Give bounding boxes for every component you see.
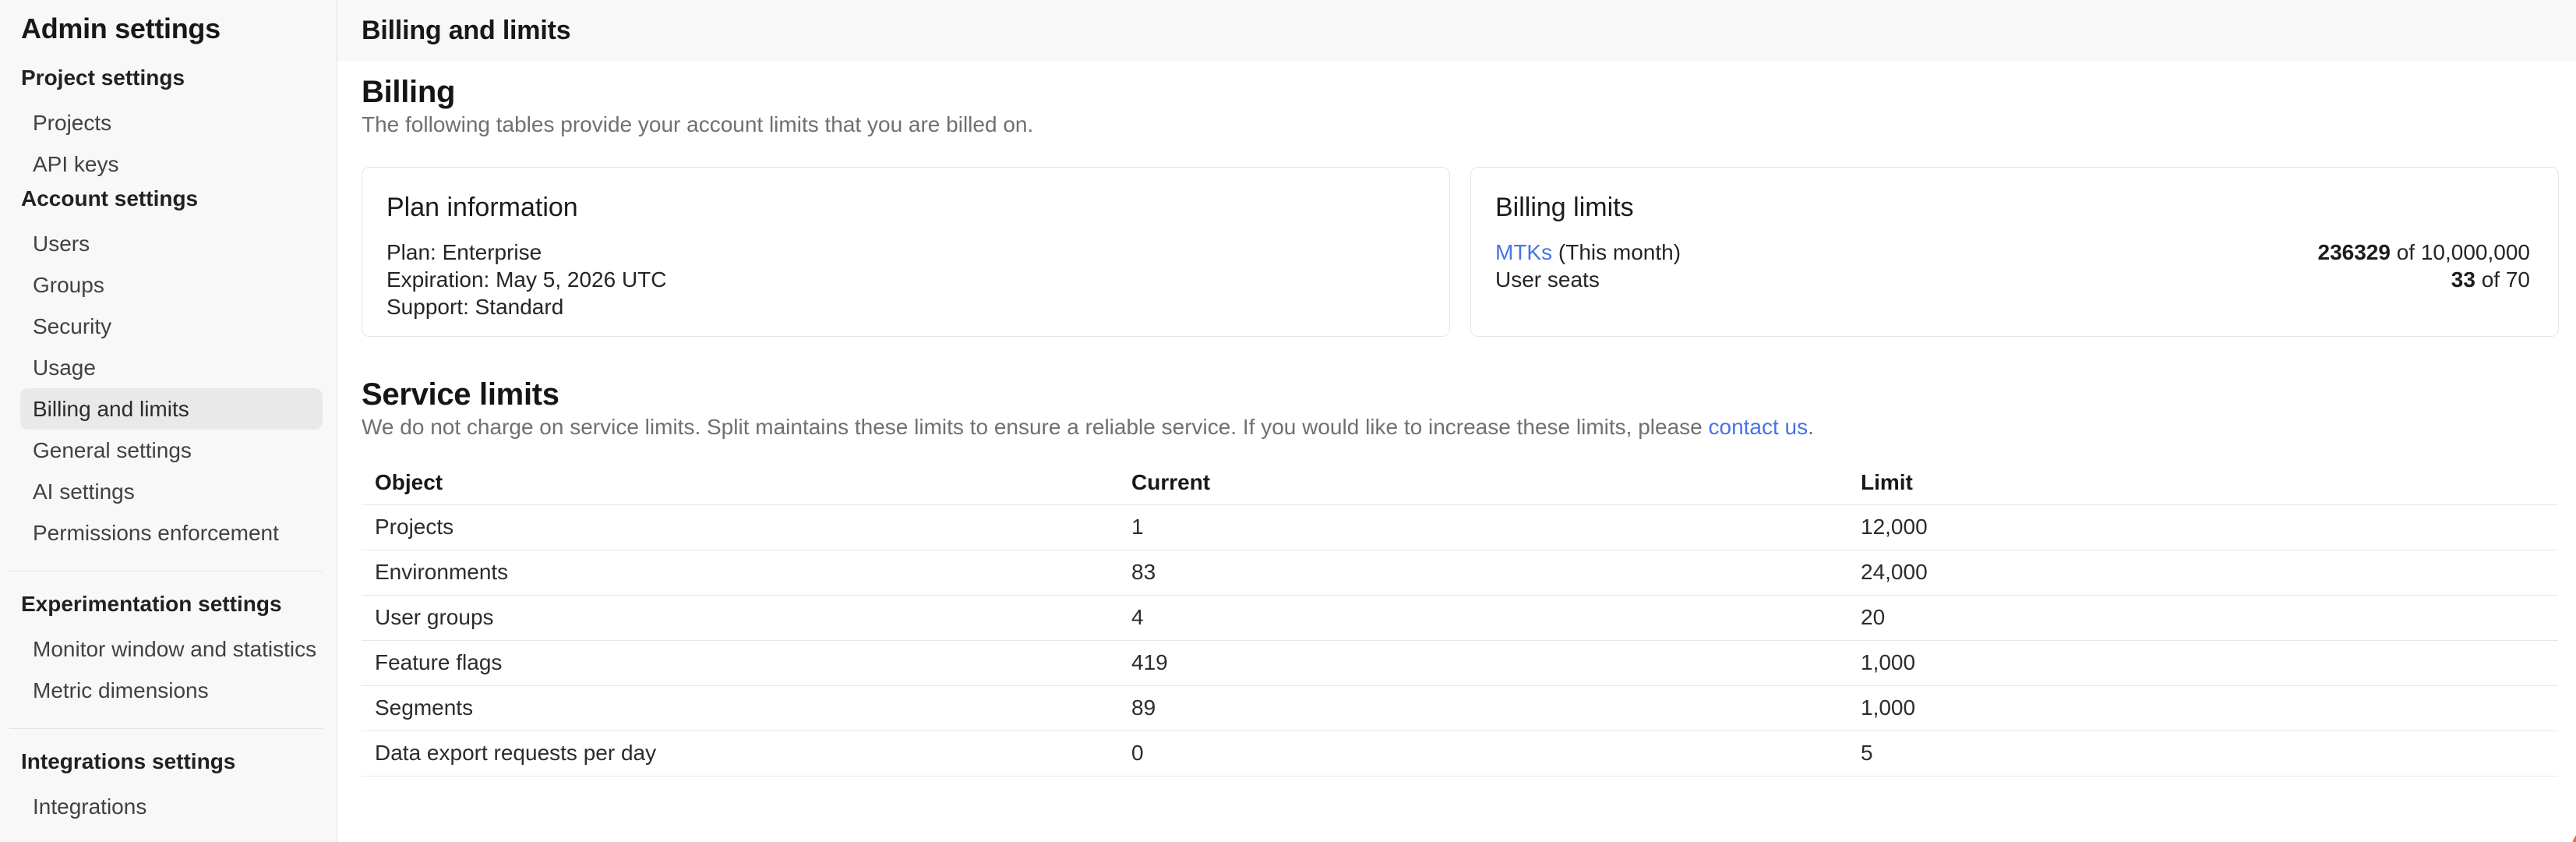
billing-limits-card-title: Billing limits — [1495, 191, 2530, 224]
service-limits-description: We do not charge on service limits. Spli… — [362, 415, 2559, 440]
billing-limit-label: MTKs (This month) — [1495, 239, 1681, 266]
sidebar-item-projects[interactable]: Projects — [20, 102, 323, 143]
sidebar-item-permissions-enforcement[interactable]: Permissions enforcement — [20, 512, 323, 554]
table-cell: 0 — [1118, 731, 1847, 776]
plan-info-line: Support: Standard — [386, 293, 1421, 320]
sidebar: Admin settings Project settingsProjectsA… — [0, 0, 337, 842]
table-cell: 20 — [1847, 595, 2558, 640]
admin-settings-page: Admin settings Project settingsProjectsA… — [0, 0, 2576, 842]
table-row-data-export-requests-per-day: Data export requests per day05 — [362, 731, 2558, 776]
sidebar-section-label-project-settings: Project settings — [21, 67, 323, 89]
table-cell: 1,000 — [1847, 640, 2558, 685]
billing-limit-max: of 10,000,000 — [2391, 240, 2530, 264]
sidebar-item-security[interactable]: Security — [20, 306, 323, 347]
service-limits-table: ObjectCurrentLimitProjects112,000Environ… — [362, 461, 2558, 777]
sidebar-item-users[interactable]: Users — [20, 223, 323, 264]
billing-section-title: Billing — [362, 75, 2559, 109]
table-cell: 4 — [1118, 595, 1847, 640]
plan-info-line: Plan: Enterprise — [386, 239, 1421, 266]
column-header-object: Object — [362, 461, 1118, 504]
sidebar-item-api-keys[interactable]: API keys — [20, 143, 323, 185]
sidebar-item-billing-and-limits[interactable]: Billing and limits — [20, 388, 323, 430]
billing-limit-row: User seats 33 of 70 — [1495, 266, 2530, 293]
sidebar-item-integrations[interactable]: Integrations — [20, 786, 323, 827]
plan-information-card-title: Plan information — [386, 191, 1421, 224]
billing-limit-label-text: (This month) — [1552, 240, 1681, 264]
service-limits-section: Service limits We do not charge on servi… — [362, 377, 2559, 777]
table-cell: Data export requests per day — [362, 731, 1118, 776]
page-header: Billing and limits — [337, 0, 2576, 61]
sidebar-item-ai-settings[interactable]: AI settings — [20, 471, 323, 512]
billing-limit-value: 33 of 70 — [2451, 266, 2530, 293]
table-cell: 24,000 — [1847, 550, 2558, 595]
sidebar-item-usage[interactable]: Usage — [20, 347, 323, 388]
table-cell: Feature flags — [362, 640, 1118, 685]
billing-limit-current: 236329 — [2318, 240, 2391, 264]
table-cell: 83 — [1118, 550, 1847, 595]
table-header-row: ObjectCurrentLimit — [362, 461, 2558, 504]
table-cell: User groups — [362, 595, 1118, 640]
table-cell: 5 — [1847, 731, 2558, 776]
sidebar-item-monitor-window-and-statistics[interactable]: Monitor window and statistics — [20, 628, 323, 670]
main-area: Billing and limits Billing The following… — [337, 0, 2576, 842]
sidebar-item-groups[interactable]: Groups — [20, 264, 323, 306]
sidebar-list: Integrations — [0, 786, 337, 827]
billing-section-description: The following tables provide your accoun… — [362, 112, 2559, 137]
contact-us-link[interactable]: contact us — [1709, 415, 1808, 439]
service-limits-title: Service limits — [362, 377, 2559, 412]
billing-limit-label-text: User seats — [1495, 267, 1600, 292]
billing-limits-rows: MTKs (This month)236329 of 10,000,000Use… — [1495, 239, 2530, 293]
plan-information-lines: Plan: EnterpriseExpiration: May 5, 2026 … — [386, 239, 1421, 320]
table-cell: Segments — [362, 685, 1118, 731]
sidebar-item-metric-dimensions[interactable]: Metric dimensions — [20, 670, 323, 711]
sidebar-item-general-settings[interactable]: General settings — [20, 430, 323, 471]
table-cell: 12,000 — [1847, 504, 2558, 550]
billing-limit-max: of 70 — [2475, 267, 2530, 292]
table-row-environments: Environments8324,000 — [362, 550, 2558, 595]
sidebar-list: UsersGroupsSecurityUsageBilling and limi… — [0, 223, 337, 554]
mtks-link[interactable]: MTKs — [1495, 240, 1552, 264]
billing-limit-value: 236329 of 10,000,000 — [2318, 239, 2530, 266]
billing-limits-card: Billing limits MTKs (This month) 236329 o… — [1470, 167, 2559, 337]
table-cell: 1 — [1118, 504, 1847, 550]
billing-section: Billing The following tables provide you… — [362, 75, 2559, 337]
table-cell: 1,000 — [1847, 685, 2558, 731]
table-row-user-groups: User groups420 — [362, 595, 2558, 640]
column-header-limit: Limit — [1847, 461, 2558, 504]
sidebar-section-label-integrations-settings: Integrations settings — [21, 751, 323, 773]
table-cell: 419 — [1118, 640, 1847, 685]
content-area: Billing The following tables provide you… — [337, 61, 2576, 777]
billing-limit-label: User seats — [1495, 266, 1600, 293]
table-cell: Projects — [362, 504, 1118, 550]
billing-limit-current: 33 — [2451, 267, 2475, 292]
service-limits-description-text: We do not charge on service limits. Spli… — [362, 415, 1709, 439]
table-row-segments: Segments891,000 — [362, 685, 2558, 731]
sidebar-divider — [9, 728, 323, 729]
plan-information-card: Plan information Plan: EnterpriseExpirat… — [362, 167, 1450, 337]
page-title: Billing and limits — [362, 16, 570, 46]
sidebar-title: Admin settings — [21, 12, 337, 45]
table-cell: 89 — [1118, 685, 1847, 731]
sidebar-sections: Project settings ProjectsAPI keys Account … — [0, 67, 337, 827]
sidebar-section-label-experimentation-settings: Experimentation settings — [21, 593, 323, 615]
plan-info-line: Expiration: May 5, 2026 UTC — [386, 266, 1421, 293]
table-row-feature-flags: Feature flags4191,000 — [362, 640, 2558, 685]
table-cell: Environments — [362, 550, 1118, 595]
service-limits-description-period: . — [1808, 415, 1814, 439]
billing-cards: Plan information Plan: EnterpriseExpirat… — [362, 167, 2559, 337]
sidebar-list: ProjectsAPI keys — [0, 102, 337, 185]
sidebar-list: Monitor window and statisticsMetric dime… — [0, 628, 337, 711]
billing-limit-row: MTKs (This month) 236329 of 10,000,000 — [1495, 239, 2530, 266]
table-row-projects: Projects112,000 — [362, 504, 2558, 550]
column-header-current: Current — [1118, 461, 1847, 504]
sidebar-section-label-account-settings: Account settings — [21, 188, 323, 210]
